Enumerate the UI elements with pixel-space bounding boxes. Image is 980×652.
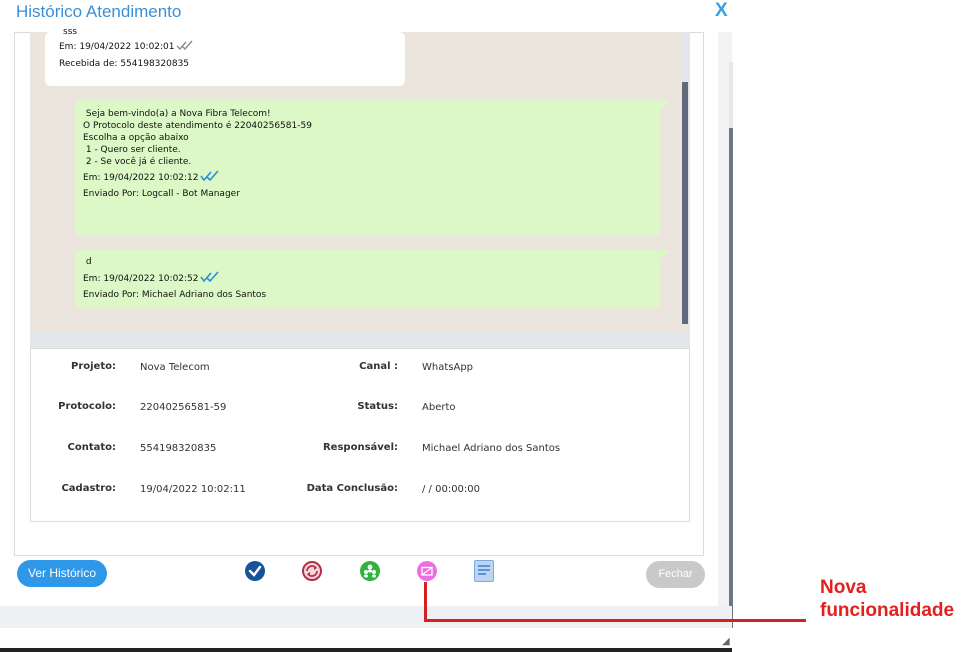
cadastro-value: 19/04/2022 10:02:11 [140,484,246,495]
protocolo-label: Protocolo: [58,401,116,412]
refresh-icon[interactable] [302,561,322,581]
canal-label: Canal : [359,361,398,372]
bubble-tail [660,100,670,110]
protocolo-value: 22040256581-59 [140,402,227,413]
projeto-value: Nova Telecom [140,362,210,373]
conclusao-value: / / 00:00:00 [422,484,481,495]
canal-value: WhatsApp [422,362,474,373]
message-line: d [83,257,92,267]
responsavel-value: Michael Adriano dos Santos [422,443,561,454]
message-timestamp: Em: 19/04/2022 10:02:12 [83,173,199,183]
message-timestamp: Em: 19/04/2022 10:02:52 [83,274,199,284]
message-incoming: sss Em: 19/04/2022 10:02:01 Recebida de:… [45,27,405,86]
users-icon[interactable] [360,561,380,581]
close-button[interactable]: X [715,0,728,22]
status-value: Aberto [422,402,456,413]
message-sender: Enviado Por: Michael Adriano dos Santos [83,290,267,300]
chat-scrollbar-track[interactable] [682,32,688,82]
modal-scrollbar-track[interactable] [729,62,733,128]
check-icon-glyph [248,565,262,577]
fechar-button[interactable]: Fechar [646,561,705,588]
refresh-icon-glyph [306,565,318,577]
mail-icon-glyph [421,566,433,576]
page-background-strip [0,606,732,628]
message-outgoing: Seja bem-vindo(a) a Nova Fibra Telecom! … [75,100,660,236]
contato-value: 554198320835 [140,443,217,454]
modal-title: Histórico Atendimento [16,2,182,21]
info-panel [30,348,690,522]
responsavel-label: Responsável: [322,442,398,453]
status-label: Status: [357,401,398,412]
projeto-label: Projeto: [71,361,116,372]
cadastro-label: Cadastro: [61,483,116,494]
message-line: 1 - Quero ser cliente. [83,145,181,155]
bottom-border [0,648,732,652]
message-sender: Enviado Por: Logcall - Bot Manager [83,189,240,199]
annotation-text: Nova funcionalidade [820,576,954,622]
bubble-tail [660,250,670,260]
read-ticks-icon [176,40,193,51]
screenshot-root: Histórico Atendimento X sss Em: 19/04/20… [0,0,980,652]
document-icon-glyph [478,565,490,575]
ver-historico-button[interactable]: Ver Histórico [17,560,107,587]
message-sender: Recebida de: 554198320835 [59,59,190,69]
message-line: Escolha a opção abaixo [83,133,189,143]
document-icon[interactable] [474,560,494,582]
read-ticks-icon [199,170,219,182]
chat-bottom-band [30,332,690,348]
message-text: sss [63,27,78,37]
message-line: O Protocolo deste atendimento é 22040256… [83,121,312,131]
message-line: Seja bem-vindo(a) a Nova Fibra Telecom! [83,109,271,119]
annotation-line2: funcionalidade [820,600,955,621]
annotation-line1: Nova [820,577,867,598]
resize-grip-icon[interactable]: ◢ [722,636,730,647]
conclusao-label: Data Conclusão: [306,483,398,494]
chat-scrollbar-thumb[interactable] [682,82,688,324]
contato-label: Contato: [67,442,116,453]
message-timestamp: Em: 19/04/2022 10:02:01 [59,42,175,52]
annotation-line-horizontal [424,619,806,622]
message-line: 2 - Se você já é cliente. [83,157,192,167]
read-ticks-icon [199,271,219,283]
modal-scrollbar-thumb[interactable] [729,128,733,628]
message-outgoing: d Em: 19/04/2022 10:02:52 Enviado Por: M… [75,250,660,308]
users-icon-glyph [364,564,376,578]
check-icon[interactable] [245,561,265,581]
annotation-line-vertical [424,582,427,622]
mail-icon[interactable] [417,561,437,581]
